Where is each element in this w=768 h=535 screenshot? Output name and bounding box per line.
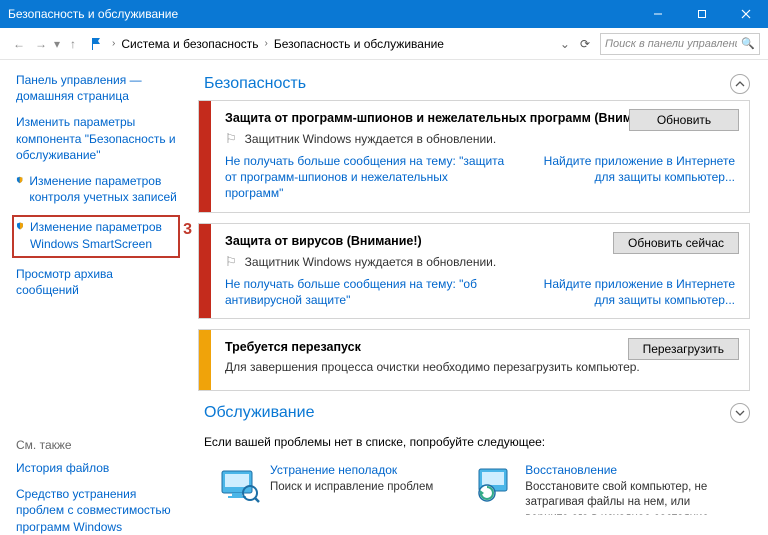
tile-troubleshoot[interactable]: Устранение неполадок Поиск и исправление… xyxy=(218,463,433,515)
annotation-label: 3 xyxy=(183,221,192,239)
tile-title: Восстановление xyxy=(525,463,735,477)
breadcrumb-dropdown[interactable]: ⌄ xyxy=(560,37,570,51)
alert-message: Для завершения процесса очистки необходи… xyxy=(225,360,640,374)
main-content: Безопасность Защита от программ-шпионов … xyxy=(188,60,768,515)
help-prompt: Если вашей проблемы нет в списке, попроб… xyxy=(204,435,750,449)
flag-icon: ⚐ xyxy=(225,254,237,270)
recovery-icon xyxy=(473,463,515,505)
maintenance-section-header[interactable]: Обслуживание xyxy=(198,403,750,423)
troubleshoot-icon xyxy=(218,463,260,505)
close-button[interactable] xyxy=(724,0,768,28)
severity-stripe xyxy=(199,224,211,318)
sidebar: Панель управления — домашняя страница Из… xyxy=(0,60,188,515)
find-app-link[interactable]: Найдите приложение в Интернете для защит… xyxy=(525,153,735,202)
severity-stripe xyxy=(199,330,211,390)
maintenance-heading: Обслуживание xyxy=(204,404,314,422)
update-now-button[interactable]: Обновить сейчас xyxy=(613,232,739,254)
refresh-button[interactable]: ⟳ xyxy=(580,37,590,51)
shield-flag-icon xyxy=(90,36,106,52)
see-also-header: См. также xyxy=(16,438,178,452)
tile-title: Устранение неполадок xyxy=(270,463,433,477)
dismiss-link[interactable]: Не получать больше сообщения на тему: "з… xyxy=(225,153,505,202)
alert-message: Защитник Windows нуждается в обновлении. xyxy=(245,255,497,269)
window-titlebar: Безопасность и обслуживание xyxy=(0,0,768,28)
minimize-button[interactable] xyxy=(636,0,680,28)
alert-card-virus: Защита от вирусов (Внимание!) Обновить с… xyxy=(198,223,750,319)
shield-icon xyxy=(16,219,24,233)
collapse-button[interactable] xyxy=(730,74,750,94)
breadcrumb-item-security[interactable]: Безопасность и обслуживание xyxy=(274,37,444,51)
history-dropdown[interactable]: ▾ xyxy=(54,37,60,51)
update-button[interactable]: Обновить xyxy=(629,109,739,131)
dismiss-link[interactable]: Не получать больше сообщения на тему: "о… xyxy=(225,276,505,308)
search-input[interactable] xyxy=(605,38,737,50)
restart-button[interactable]: Перезагрузить xyxy=(628,338,739,360)
sidebar-link-smartscreen[interactable]: Изменение параметров Windows SmartScreen xyxy=(16,219,176,251)
sidebar-link-history[interactable]: История файлов xyxy=(16,460,178,476)
annotation-callout: Изменение параметров Windows SmartScreen… xyxy=(12,215,180,257)
chevron-right-icon: › xyxy=(264,38,267,49)
back-button[interactable]: ← xyxy=(8,33,30,55)
tile-desc: Восстановите свой компьютер, не затрагив… xyxy=(525,480,735,515)
alert-card-restart: Требуется перезапуск Перезагрузить Для з… xyxy=(198,329,750,391)
search-icon: 🔍 xyxy=(741,37,755,50)
sidebar-link-change-params[interactable]: Изменить параметры компонента "Безопасно… xyxy=(16,114,178,163)
alert-message: Защитник Windows нуждается в обновлении. xyxy=(245,132,497,146)
sidebar-link-compat[interactable]: Средство устранения проблем с совместимо… xyxy=(16,486,178,535)
shield-icon xyxy=(16,173,23,187)
find-app-link[interactable]: Найдите приложение в Интернете для защит… xyxy=(525,276,735,308)
forward-button[interactable]: → xyxy=(30,33,52,55)
expand-button[interactable] xyxy=(730,403,750,423)
alert-card-spyware: Защита от программ-шпионов и нежелательн… xyxy=(198,100,750,213)
flag-icon: ⚐ xyxy=(225,131,237,147)
minimize-icon xyxy=(653,9,663,19)
tile-recovery[interactable]: Восстановление Восстановите свой компьют… xyxy=(473,463,735,515)
breadcrumb-item-system[interactable]: Система и безопасность xyxy=(121,37,258,51)
chevron-up-icon xyxy=(735,79,745,89)
sidebar-link-archive[interactable]: Просмотр архива сообщений xyxy=(16,266,178,298)
security-section-header[interactable]: Безопасность xyxy=(198,74,750,94)
navigation-toolbar: ← → ▾ ↑ › Система и безопасность › Безоп… xyxy=(0,28,768,60)
breadcrumb: › Система и безопасность › Безопасность … xyxy=(90,36,560,52)
close-icon xyxy=(741,9,751,19)
maximize-icon xyxy=(697,9,707,19)
tile-desc: Поиск и исправление проблем xyxy=(270,480,433,496)
window-title: Безопасность и обслуживание xyxy=(8,7,178,21)
sidebar-link-home[interactable]: Панель управления — домашняя страница xyxy=(16,72,178,104)
chevron-right-icon: › xyxy=(112,38,115,49)
sidebar-link-uac[interactable]: Изменение параметров контроля учетных за… xyxy=(16,173,178,205)
chevron-down-icon xyxy=(735,408,745,418)
maximize-button[interactable] xyxy=(680,0,724,28)
search-box[interactable]: 🔍 xyxy=(600,33,760,55)
security-heading: Безопасность xyxy=(204,75,306,93)
severity-stripe xyxy=(199,101,211,212)
up-button[interactable]: ↑ xyxy=(62,33,84,55)
